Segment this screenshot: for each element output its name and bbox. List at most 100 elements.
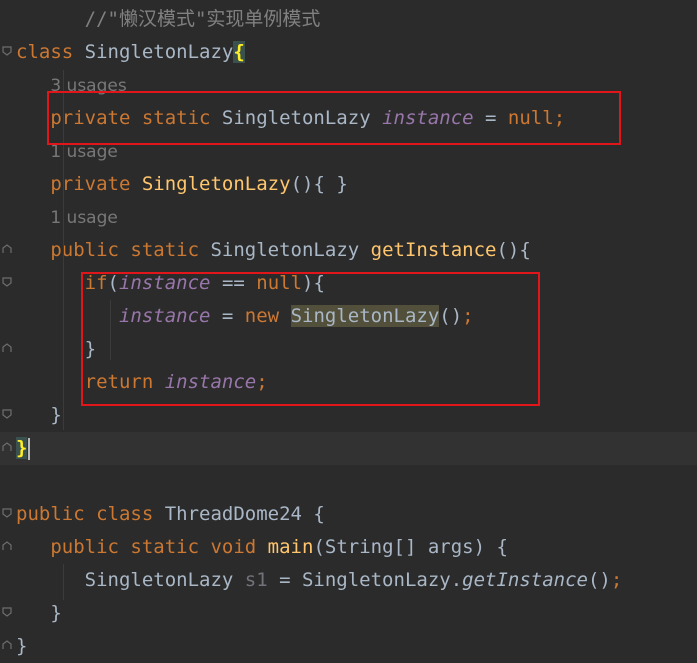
code-line-content: }	[16, 399, 62, 432]
fold-toggle-icon[interactable]	[2, 607, 12, 617]
code-editor[interactable]: //"懒汉模式"实现单例模式 class SingletonLazy{ 3 usa…	[0, 0, 697, 661]
code-token: (){ }	[290, 173, 348, 195]
code-token: ;	[462, 305, 474, 327]
code-line[interactable]: return instance;	[0, 366, 697, 399]
code-token: =	[210, 305, 245, 327]
code-token: ;	[256, 371, 268, 393]
code-token: main	[267, 536, 314, 558]
code-token: new	[244, 305, 291, 327]
code-line[interactable]: private static SingletonLazy instance = …	[0, 102, 697, 135]
code-token: SingletonLazy	[16, 569, 245, 591]
code-token: ){	[302, 272, 325, 294]
code-token: }	[16, 437, 28, 459]
fold-toggle-icon[interactable]	[2, 46, 12, 56]
code-token: = SingletonLazy.	[267, 569, 463, 591]
code-token: (	[107, 272, 119, 294]
code-token: SingletonLazy	[221, 107, 383, 129]
fold-toggle-icon[interactable]	[2, 409, 12, 419]
code-line[interactable]: }	[0, 630, 697, 663]
code-line[interactable]: if(instance == null){	[0, 267, 697, 300]
code-token: private static	[50, 107, 222, 129]
code-token: instance	[118, 272, 211, 294]
code-token: SingletonLazy	[141, 173, 291, 195]
usage-hint-line[interactable]: 3 usages	[0, 69, 697, 102]
code-token: SingletonLazy	[210, 239, 371, 261]
indent-guide	[110, 300, 111, 360]
code-token: public class	[16, 503, 165, 525]
code-token: public static	[50, 239, 211, 261]
code-line-content: return instance;	[16, 366, 268, 399]
code-line[interactable]: SingletonLazy s1 = SingletonLazy.getInst…	[0, 564, 697, 597]
code-line[interactable]: class SingletonLazy{	[0, 36, 697, 69]
code-token: ;	[610, 569, 623, 591]
usage-hint-line[interactable]: 1 usage	[0, 201, 697, 234]
code-line[interactable]: }	[0, 597, 697, 630]
code-line[interactable]: instance = new SingletonLazy();	[0, 300, 697, 333]
code-token: }	[16, 602, 62, 624]
text-caret	[28, 437, 31, 460]
code-token: instance	[118, 305, 211, 327]
code-line-content: 1 usage	[16, 135, 118, 169]
indent-guide	[63, 70, 64, 430]
code-line-content: }	[16, 432, 31, 465]
code-token: {	[233, 41, 245, 63]
code-token: getInstance	[370, 239, 497, 261]
code-token: null	[256, 272, 303, 294]
usages-hint[interactable]: 3 usages	[50, 76, 126, 96]
code-line-content: }	[16, 333, 96, 366]
code-line-content: public class ThreadDome24 {	[16, 498, 325, 531]
code-line[interactable]: //"懒汉模式"实现单例模式	[0, 3, 697, 36]
code-line-content: }	[16, 597, 62, 630]
code-token: //"懒汉模式"实现单例模式	[16, 8, 321, 30]
code-token: SingletonLazy	[290, 305, 440, 327]
fold-toggle-icon[interactable]	[2, 244, 12, 254]
code-token: getInstance	[462, 569, 588, 591]
code-line[interactable]	[0, 465, 697, 498]
code-line-content: public static void main(String[] args) {	[16, 531, 508, 564]
code-token: null	[507, 107, 554, 129]
usages-hint[interactable]: 1 usage	[50, 208, 118, 228]
code-token: instance	[164, 371, 257, 393]
code-line[interactable]: public class ThreadDome24 {	[0, 498, 697, 531]
code-token: (){	[496, 239, 531, 261]
fold-toggle-icon[interactable]	[2, 541, 12, 551]
code-line-content: }	[16, 630, 27, 663]
code-line-content: 3 usages	[16, 69, 126, 103]
code-token: }	[16, 338, 97, 360]
usage-hint-line[interactable]: 1 usage	[0, 135, 697, 168]
code-line[interactable]: }	[0, 399, 697, 432]
code-token: private	[50, 173, 142, 195]
code-line-content: class SingletonLazy{	[16, 36, 245, 69]
fold-toggle-icon[interactable]	[2, 442, 12, 452]
fold-toggle-icon[interactable]	[2, 343, 12, 353]
usages-hint[interactable]: 1 usage	[50, 142, 118, 162]
code-token: if	[84, 272, 108, 294]
indent-guide	[63, 564, 64, 600]
fold-toggle-icon[interactable]	[2, 508, 12, 518]
code-token: (String[] args) {	[313, 536, 508, 558]
fold-toggle-icon[interactable]	[2, 640, 12, 650]
code-token: ThreadDome24 {	[164, 503, 325, 525]
code-token: s1	[244, 569, 268, 591]
code-token: =	[473, 107, 508, 129]
code-line-content: private SingletonLazy(){ }	[16, 168, 348, 201]
code-token: }	[16, 404, 62, 426]
code-line[interactable]: private SingletonLazy(){ }	[0, 168, 697, 201]
fold-toggle-icon[interactable]	[2, 277, 12, 287]
code-token: SingletonLazy	[84, 41, 234, 63]
code-line-content: instance = new SingletonLazy();	[16, 300, 474, 333]
code-token: }	[16, 635, 28, 657]
code-line-content: SingletonLazy s1 = SingletonLazy.getInst…	[16, 564, 623, 597]
code-line[interactable]: }	[0, 333, 697, 366]
code-token: instance	[382, 107, 474, 129]
code-token: class	[16, 41, 85, 63]
code-token: return	[84, 371, 165, 393]
code-line[interactable]: public static SingletonLazy getInstance(…	[0, 234, 697, 267]
code-line[interactable]: public static void main(String[] args) {	[0, 531, 697, 564]
code-line[interactable]: }	[0, 432, 697, 465]
